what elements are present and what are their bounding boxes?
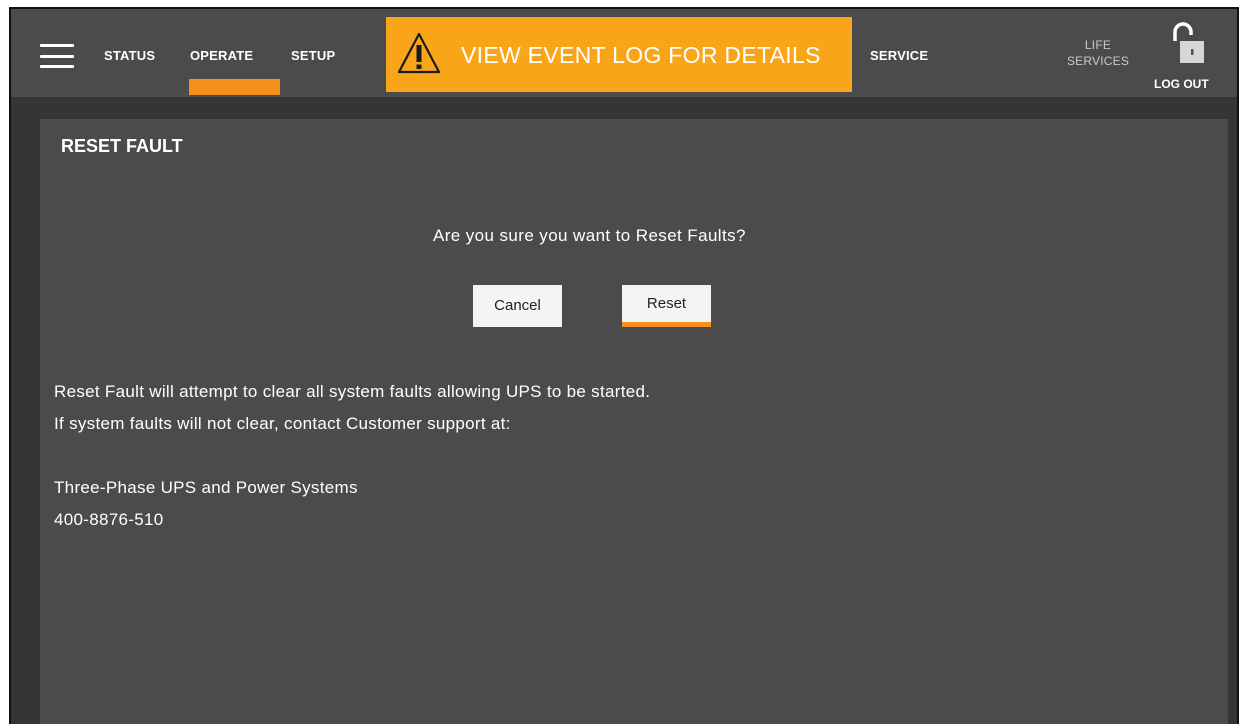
menu-line bbox=[40, 44, 74, 47]
info-text-line1: Reset Fault will attempt to clear all sy… bbox=[54, 382, 651, 401]
reset-fault-panel: RESET FAULT Are you sure you want to Res… bbox=[40, 119, 1228, 724]
nav-tab-status[interactable]: STATUS bbox=[104, 48, 155, 63]
warning-triangle-icon bbox=[397, 32, 441, 74]
unlocked-padlock-icon bbox=[1173, 22, 1204, 63]
nav-tab-service[interactable]: SERVICE bbox=[870, 48, 928, 63]
life-services-line1: LIFE bbox=[1084, 38, 1112, 52]
life-services-line2: SERVICES bbox=[1066, 54, 1130, 68]
logout-button[interactable]: LOG OUT bbox=[1151, 21, 1227, 91]
logout-label: LOG OUT bbox=[1154, 77, 1209, 91]
event-log-alert-banner[interactable]: VIEW EVENT LOG FOR DETAILS bbox=[386, 17, 852, 92]
cancel-button[interactable]: Cancel bbox=[473, 285, 562, 327]
nav-tab-operate[interactable]: OPERATE bbox=[190, 48, 253, 63]
info-text-line2: If system faults will not clear, contact… bbox=[54, 414, 511, 433]
hamburger-menu-icon[interactable] bbox=[40, 44, 74, 68]
alert-text: VIEW EVENT LOG FOR DETAILS bbox=[461, 42, 821, 68]
menu-line bbox=[40, 65, 74, 68]
confirm-question: Are you sure you want to Reset Faults? bbox=[433, 226, 746, 245]
nav-tab-setup[interactable]: SETUP bbox=[291, 48, 335, 63]
page-title: RESET FAULT bbox=[61, 136, 183, 156]
menu-line bbox=[40, 54, 74, 58]
support-phone: 400-8876-510 bbox=[54, 510, 164, 529]
top-nav-bar: STATUS OPERATE SETUP VIEW EVENT LOG FOR … bbox=[11, 9, 1237, 97]
app-frame: STATUS OPERATE SETUP VIEW EVENT LOG FOR … bbox=[9, 7, 1239, 724]
reset-button[interactable]: Reset bbox=[622, 285, 711, 327]
support-company: Three-Phase UPS and Power Systems bbox=[54, 478, 358, 497]
nav-tab-life-services[interactable]: LIFE SERVICES bbox=[1063, 37, 1133, 69]
active-tab-indicator bbox=[189, 79, 280, 95]
